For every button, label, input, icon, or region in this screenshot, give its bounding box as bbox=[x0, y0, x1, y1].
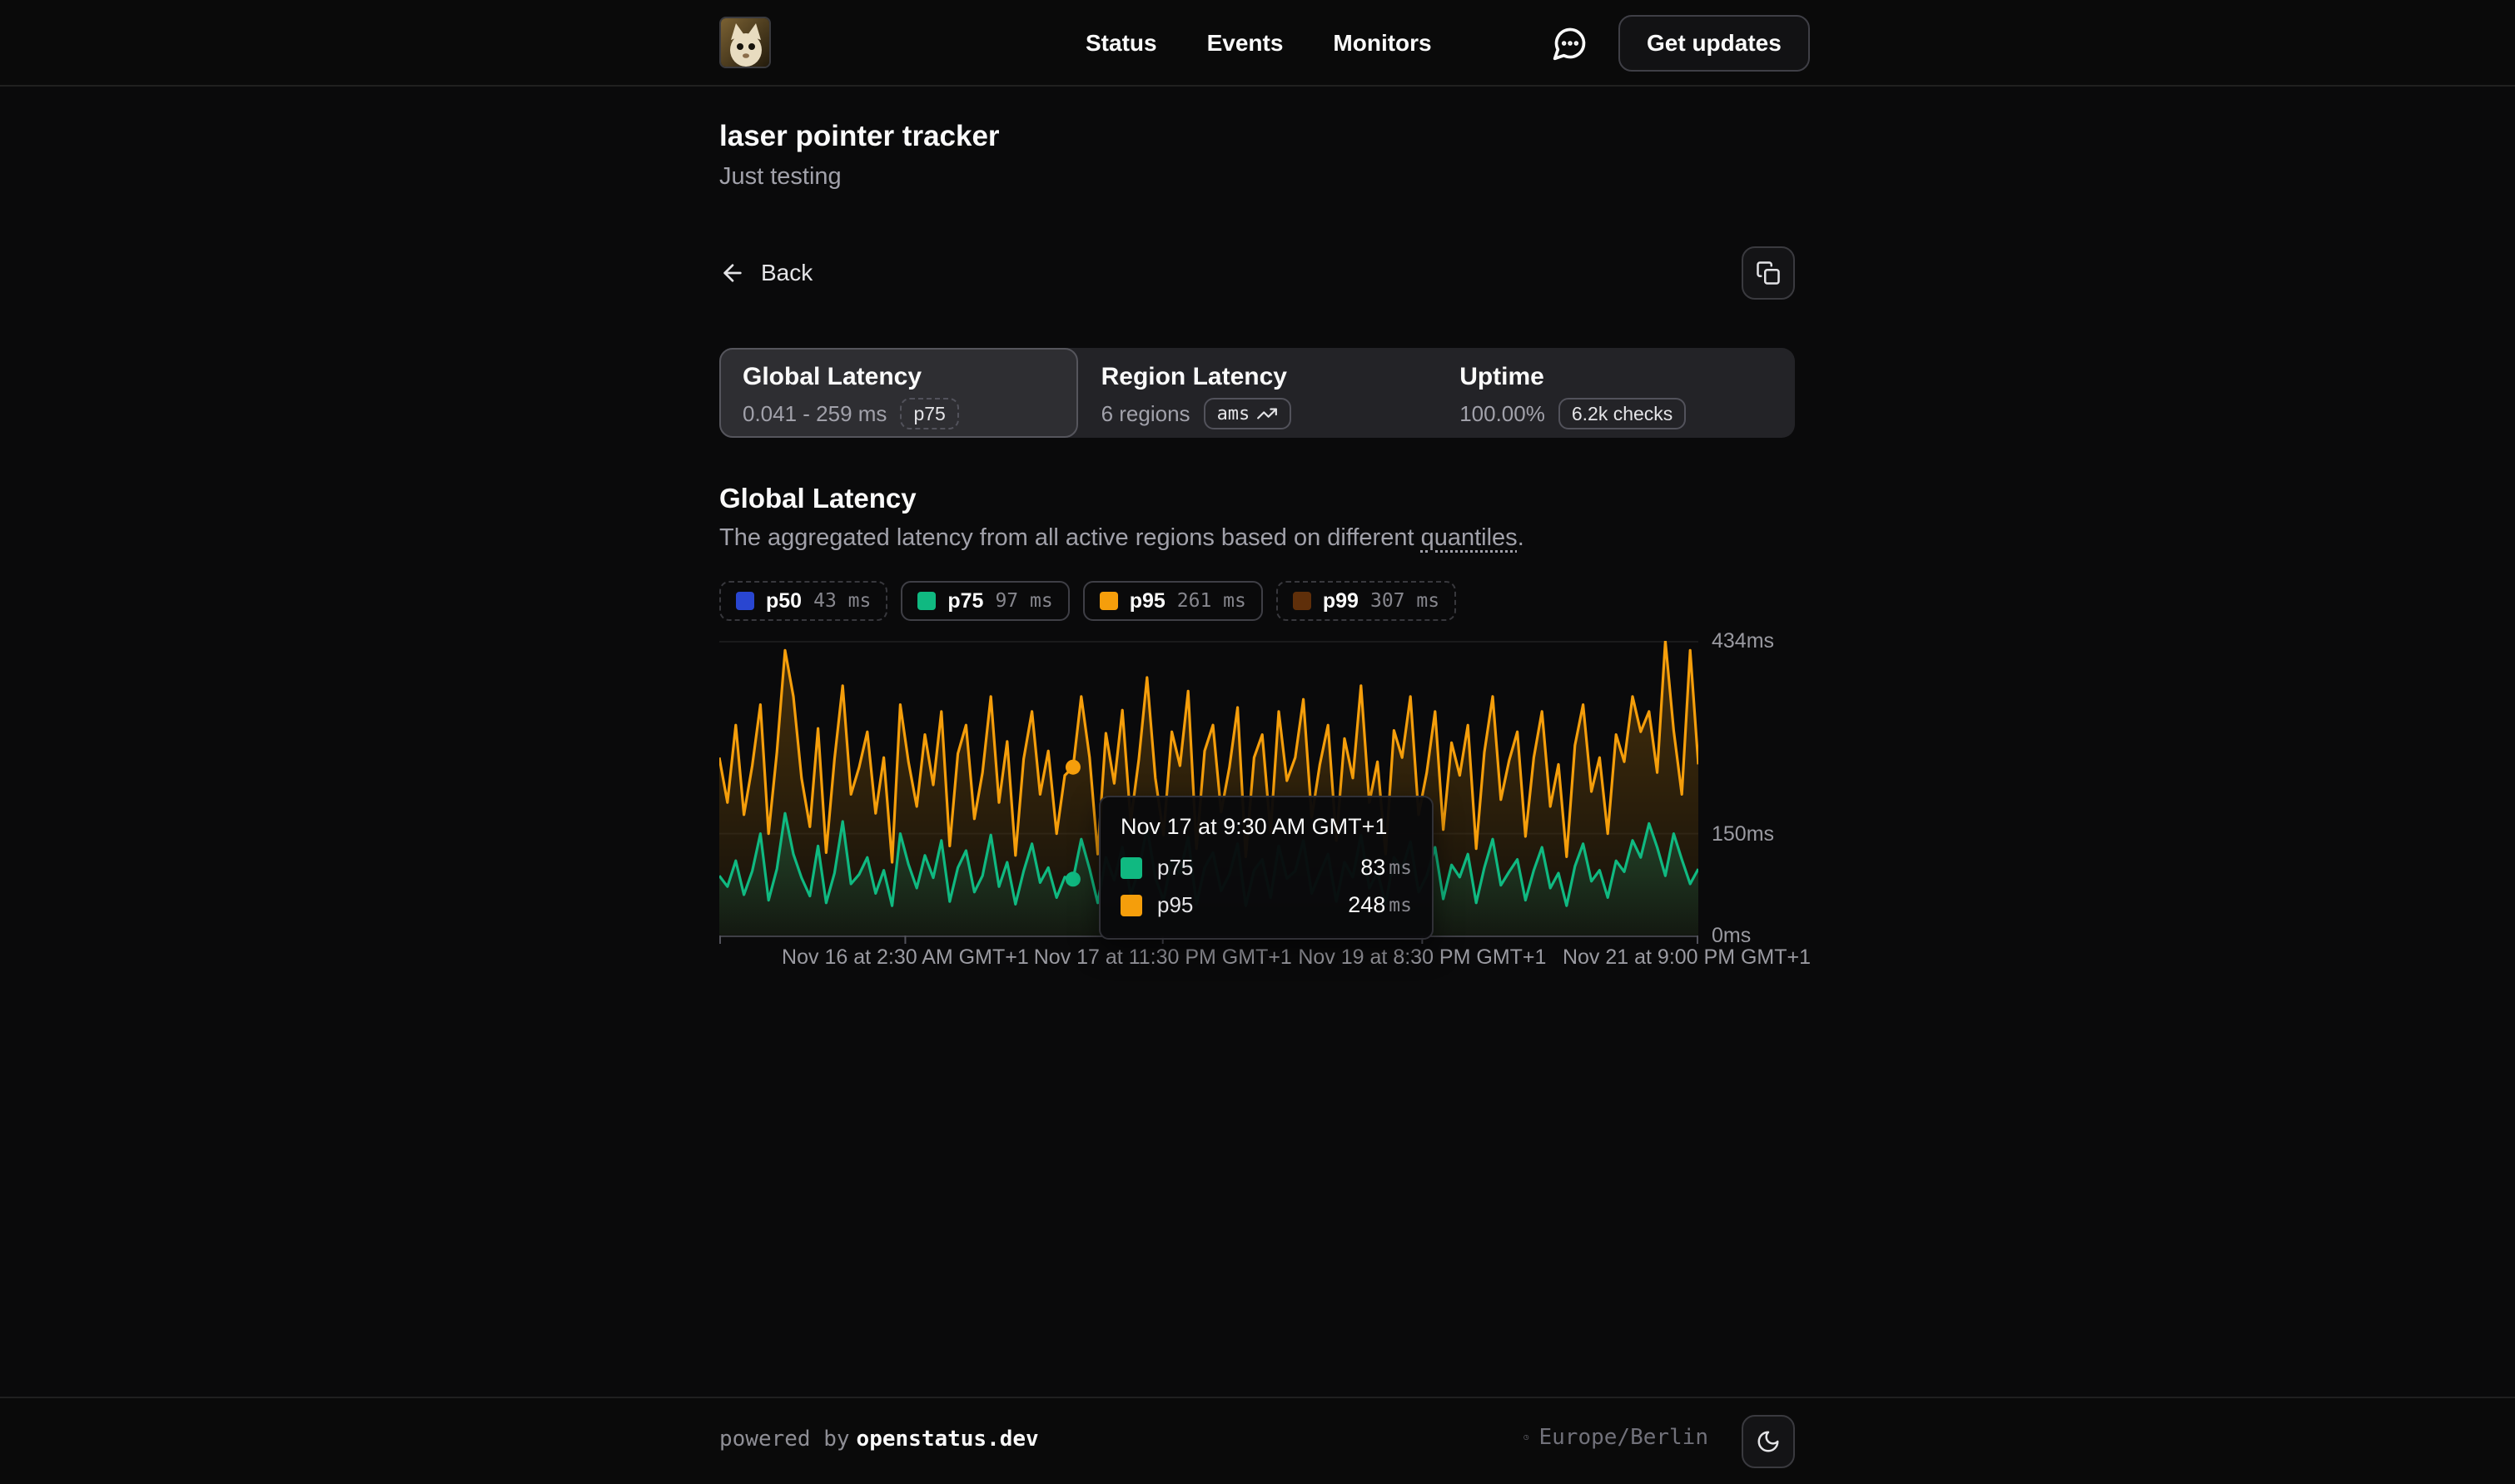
tooltip-row-p95: p95 248 ms bbox=[1121, 892, 1412, 918]
metric-tabs: Global Latency 0.041 - 259 ms p75 Region… bbox=[719, 348, 1795, 438]
p50-swatch bbox=[736, 592, 754, 610]
nav-link-status[interactable]: Status bbox=[1086, 30, 1157, 57]
tab-value: 6 regions bbox=[1101, 401, 1190, 427]
x-axis-label-1: Nov 16 at 2:30 AM GMT+1 bbox=[782, 945, 1029, 970]
p75-swatch bbox=[1121, 857, 1142, 879]
tab-uptime[interactable]: Uptime 100.00% 6.2k checks bbox=[1436, 348, 1795, 438]
tooltip-row-p75: p75 83 ms bbox=[1121, 855, 1412, 881]
page-title: laser pointer tracker bbox=[719, 120, 1000, 153]
theme-toggle-button[interactable] bbox=[1742, 1415, 1795, 1468]
copy-icon bbox=[1756, 261, 1781, 285]
chart-legend: p50 43 ms p75 97 ms p95 261 ms p99 307 m… bbox=[719, 581, 1456, 621]
chart-tooltip: Nov 17 at 9:30 AM GMT+1 p75 83 ms p95 24… bbox=[1099, 796, 1434, 940]
y-axis-label-max: 434ms bbox=[1712, 629, 1774, 653]
section-description: The aggregated latency from all active r… bbox=[719, 524, 1524, 552]
timezone-display: Europe/Berlin bbox=[1523, 1425, 1708, 1450]
tab-title: Uptime bbox=[1459, 363, 1793, 391]
tab-region-latency[interactable]: Region Latency 6 regions ams bbox=[1078, 348, 1437, 438]
checks-badge: 6.2k checks bbox=[1558, 398, 1686, 429]
logo-image[interactable] bbox=[719, 17, 771, 68]
clock-icon bbox=[1523, 1426, 1529, 1449]
p75-badge: p75 bbox=[900, 398, 958, 429]
back-label: Back bbox=[761, 260, 813, 286]
back-link[interactable]: Back bbox=[719, 260, 813, 286]
trending-up-icon bbox=[1256, 403, 1278, 424]
tab-value: 0.041 - 259 ms bbox=[743, 401, 887, 427]
get-updates-button[interactable]: Get updates bbox=[1618, 15, 1810, 72]
tab-global-latency[interactable]: Global Latency 0.041 - 259 ms p75 bbox=[719, 348, 1078, 438]
legend-p75[interactable]: p75 97 ms bbox=[901, 581, 1069, 621]
status-page: Status Events Monitors Get updates laser… bbox=[0, 0, 2515, 1484]
footer: powered byopenstatus.dev Europe/Berlin bbox=[0, 1397, 2515, 1484]
arrow-left-icon bbox=[719, 260, 746, 286]
tab-value: 100.00% bbox=[1459, 401, 1545, 427]
openstatus-link[interactable]: openstatus.dev bbox=[857, 1427, 1039, 1452]
p75-swatch bbox=[917, 592, 936, 610]
p75-hover-dot bbox=[1066, 871, 1081, 886]
region-badge: ams bbox=[1204, 398, 1292, 429]
moon-icon bbox=[1756, 1429, 1781, 1454]
tab-title: Region Latency bbox=[1101, 363, 1435, 391]
p95-hover-dot bbox=[1066, 760, 1081, 775]
top-nav: Status Events Monitors Get updates bbox=[0, 0, 2515, 87]
section-title: Global Latency bbox=[719, 483, 917, 514]
quantiles-link[interactable]: quantiles bbox=[1421, 524, 1518, 551]
legend-p99[interactable]: p99 307 ms bbox=[1276, 581, 1456, 621]
x-axis-label-3: Nov 19 at 8:30 PM GMT+1 bbox=[1298, 945, 1546, 970]
p95-swatch bbox=[1100, 592, 1118, 610]
powered-by: powered byopenstatus.dev bbox=[719, 1427, 1039, 1452]
nav-link-monitors[interactable]: Monitors bbox=[1333, 30, 1431, 57]
feedback-chat-button[interactable] bbox=[1552, 25, 1588, 62]
y-axis-label-mid: 150ms bbox=[1712, 822, 1774, 846]
x-axis-label-2: Nov 17 at 11:30 PM GMT+1 bbox=[1034, 945, 1292, 970]
nav-link-events[interactable]: Events bbox=[1207, 30, 1284, 57]
p99-swatch bbox=[1293, 592, 1311, 610]
copy-link-button[interactable] bbox=[1742, 246, 1795, 300]
tab-title: Global Latency bbox=[743, 363, 1076, 391]
tooltip-title: Nov 17 at 9:30 AM GMT+1 bbox=[1121, 814, 1412, 840]
p95-swatch bbox=[1121, 895, 1142, 916]
page-subtitle: Just testing bbox=[719, 163, 842, 191]
x-axis-label-4: Nov 21 at 9:00 PM GMT+1 bbox=[1563, 945, 1811, 970]
nav-links: Status Events Monitors bbox=[1086, 0, 1432, 87]
message-bubble-icon bbox=[1552, 25, 1588, 62]
legend-p95[interactable]: p95 261 ms bbox=[1083, 581, 1263, 621]
legend-p50[interactable]: p50 43 ms bbox=[719, 581, 887, 621]
y-axis-label-min: 0ms bbox=[1712, 924, 1751, 948]
cat-logo-icon bbox=[721, 18, 771, 68]
